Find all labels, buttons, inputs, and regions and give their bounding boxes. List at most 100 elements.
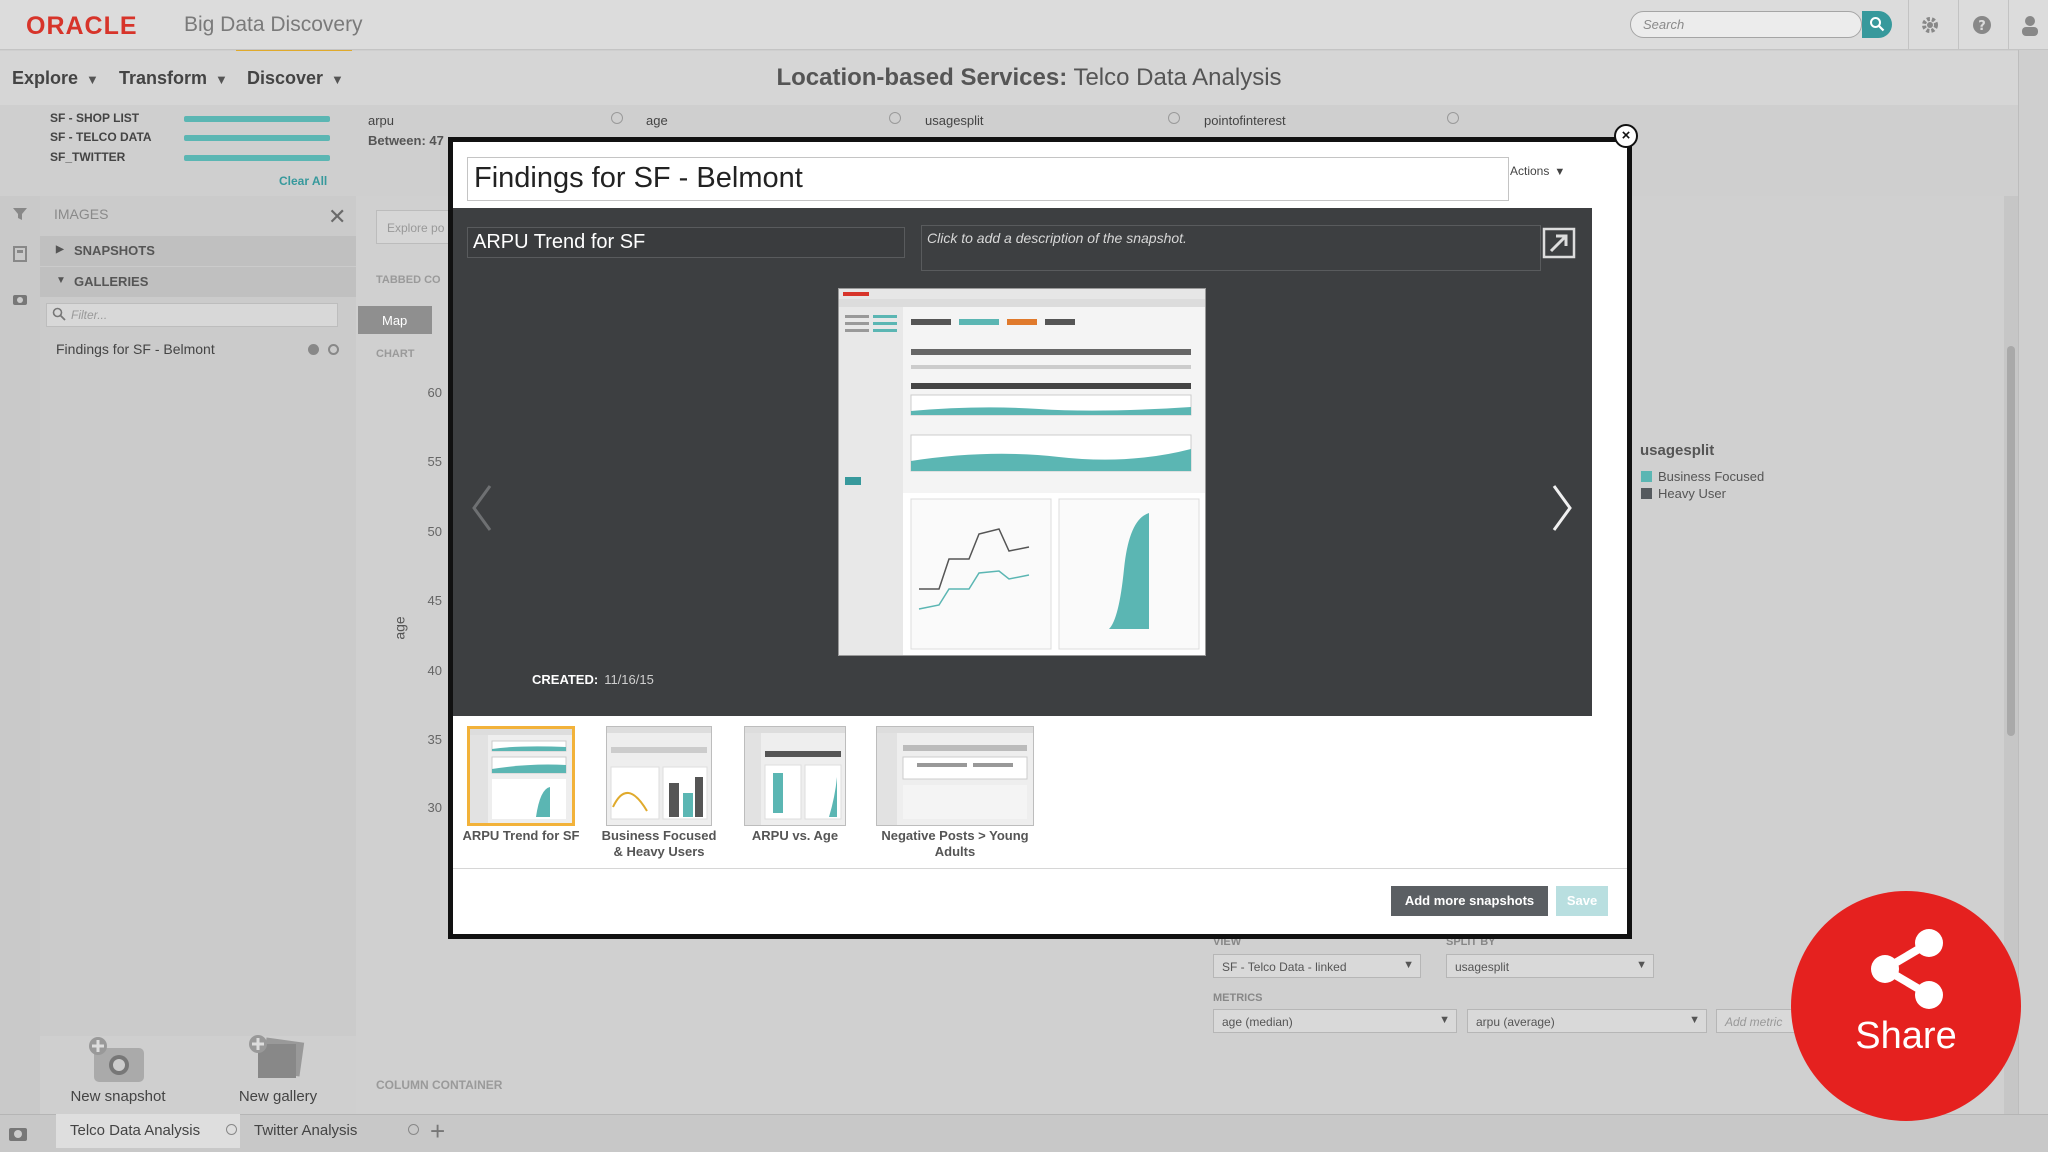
- dataset-item[interactable]: SF_TWITTER: [50, 150, 125, 164]
- filter-icon[interactable]: [12, 206, 28, 222]
- split-value: usagesplit: [1455, 960, 1510, 974]
- tabbed-container-label: TABBED CO: [376, 274, 441, 286]
- bookmark-icon[interactable]: [12, 246, 28, 262]
- camera-icon[interactable]: [12, 292, 28, 306]
- share-icon: [1871, 929, 1943, 1009]
- close-icon[interactable]: ✕: [328, 204, 346, 230]
- thumbnail-graphic: [607, 727, 711, 820]
- gallery-title-input[interactable]: Findings for SF - Belmont: [467, 157, 1509, 201]
- chevron-down-icon: ▼: [1403, 959, 1414, 971]
- legend-item[interactable]: Heavy User: [1641, 486, 1726, 501]
- snapshots-section[interactable]: ▶ SNAPSHOTS: [40, 236, 356, 266]
- search-icon: [52, 307, 66, 321]
- thumbnail-arpu-trend[interactable]: [467, 726, 575, 826]
- clear-all-link[interactable]: Clear All: [279, 174, 327, 188]
- thumbnail-label[interactable]: Negative Posts > Young Adults: [874, 828, 1036, 860]
- modal-close-button[interactable]: ×: [1614, 124, 1638, 148]
- new-snapshot-label[interactable]: New snapshot: [52, 1088, 184, 1105]
- y-tick: 50: [427, 524, 442, 539]
- galleries-section[interactable]: ▼ GALLERIES: [40, 267, 356, 297]
- chevron-down-icon: ▼: [1689, 1014, 1700, 1026]
- new-gallery-label[interactable]: New gallery: [216, 1088, 340, 1105]
- facet-label: age: [646, 113, 668, 128]
- close-icon[interactable]: [889, 112, 901, 124]
- expand-icon[interactable]: [1541, 226, 1577, 260]
- separator: [1958, 0, 1959, 50]
- thumbnail-label[interactable]: Business Focused & Heavy Users: [596, 828, 722, 860]
- new-gallery-icon[interactable]: [246, 1034, 310, 1084]
- close-icon[interactable]: [611, 112, 623, 124]
- snapshot-preview-graphic: [839, 289, 1205, 655]
- tab-twitter-analysis[interactable]: Twitter Analysis: [240, 1114, 424, 1148]
- next-arrow-icon[interactable]: [1548, 478, 1576, 538]
- explore-input[interactable]: Explore po: [376, 210, 456, 244]
- info-icon[interactable]: [308, 344, 319, 355]
- created-date: CREATED: 11/16/15: [532, 672, 654, 687]
- scrollbar-thumb[interactable]: [2007, 346, 2015, 736]
- close-icon[interactable]: [1447, 112, 1459, 124]
- images-panel-title: IMAGES: [54, 206, 109, 222]
- user-icon[interactable]: [2018, 13, 2042, 37]
- facet-pointofinterest[interactable]: pointofinterest: [1204, 113, 1286, 128]
- thumbnail-graphic: [745, 727, 845, 825]
- close-icon[interactable]: [328, 344, 339, 355]
- metric-select[interactable]: arpu (average) ▼: [1467, 1009, 1707, 1033]
- facet-label: arpu: [368, 113, 395, 128]
- facet-usagesplit[interactable]: usagesplit: [925, 113, 984, 128]
- camera-icon[interactable]: [8, 1123, 30, 1143]
- legend-title: usagesplit: [1640, 442, 1715, 459]
- facet-age[interactable]: age: [646, 113, 668, 128]
- gear-icon[interactable]: [1918, 13, 1942, 37]
- legend-label: Heavy User: [1658, 486, 1726, 501]
- snapshot-description-input[interactable]: Click to add a description of the snapsh…: [921, 225, 1541, 271]
- legend-swatch: [1641, 471, 1652, 482]
- save-button[interactable]: Save: [1556, 886, 1608, 916]
- search-input[interactable]: Search: [1630, 11, 1862, 38]
- thumbnail-arpu-vs-age[interactable]: [744, 726, 846, 826]
- dataset-item[interactable]: SF - TELCO DATA: [50, 130, 152, 144]
- tab-telco-data-analysis[interactable]: Telco Data Analysis: [56, 1114, 240, 1148]
- y-tick: 45: [427, 593, 442, 608]
- metric-value: age (median): [1222, 1015, 1293, 1029]
- split-select[interactable]: usagesplit ▼: [1446, 954, 1654, 978]
- left-rail: [0, 196, 40, 1116]
- snapshot-preview-image[interactable]: [838, 288, 1206, 656]
- snapshot-title-input[interactable]: ARPU Trend for SF: [467, 227, 905, 258]
- add-tab-icon[interactable]: +: [430, 1116, 445, 1147]
- share-button[interactable]: Share: [1791, 891, 2021, 1121]
- gallery-filter-input[interactable]: Filter...: [46, 303, 338, 327]
- snapshots-label: SNAPSHOTS: [74, 243, 155, 258]
- galleries-label: GALLERIES: [74, 274, 149, 289]
- thumbnail-business-focused[interactable]: [606, 726, 712, 826]
- thumbnail-graphic: [877, 727, 1033, 825]
- top-bar: ORACLE Big Data Discovery Search ?: [0, 0, 2048, 50]
- view-select[interactable]: SF - Telco Data - linked ▼: [1213, 954, 1421, 978]
- help-icon[interactable]: ?: [1970, 13, 1994, 37]
- facet-arpu[interactable]: arpu Between: 47: [368, 113, 444, 154]
- dataset-bar: [184, 135, 330, 141]
- share-label: Share: [1855, 1015, 1957, 1057]
- metric-select[interactable]: age (median) ▼: [1213, 1009, 1457, 1033]
- add-metric-input[interactable]: Add metric: [1716, 1009, 1796, 1033]
- close-icon[interactable]: [226, 1124, 237, 1135]
- y-tick: 35: [427, 732, 442, 747]
- add-more-snapshots-button[interactable]: Add more snapshots: [1391, 886, 1548, 916]
- dataset-item[interactable]: SF - SHOP LIST: [50, 111, 139, 125]
- dataset-bar: [184, 155, 330, 161]
- previous-arrow-icon[interactable]: [468, 478, 496, 538]
- thumbnail-label[interactable]: ARPU vs. Age: [736, 828, 854, 844]
- search-button[interactable]: [1862, 11, 1892, 38]
- thumbnail-label[interactable]: ARPU Trend for SF: [456, 828, 586, 844]
- chevron-down-icon: ▼: [1554, 166, 1566, 178]
- thumbnail-negative-posts[interactable]: [876, 726, 1034, 826]
- y-tick: 60: [427, 385, 442, 400]
- tab-map[interactable]: Map: [358, 306, 432, 334]
- actions-menu[interactable]: Actions ▼: [1510, 164, 1565, 178]
- legend-item[interactable]: Business Focused: [1641, 469, 1764, 484]
- close-icon[interactable]: [1168, 112, 1180, 124]
- new-snapshot-icon[interactable]: [86, 1036, 150, 1084]
- close-icon[interactable]: [408, 1124, 419, 1135]
- metrics-label: METRICS: [1213, 992, 1263, 1004]
- gallery-item[interactable]: Findings for SF - Belmont: [56, 341, 215, 357]
- column-container-label: COLUMN CONTAINER: [376, 1078, 503, 1092]
